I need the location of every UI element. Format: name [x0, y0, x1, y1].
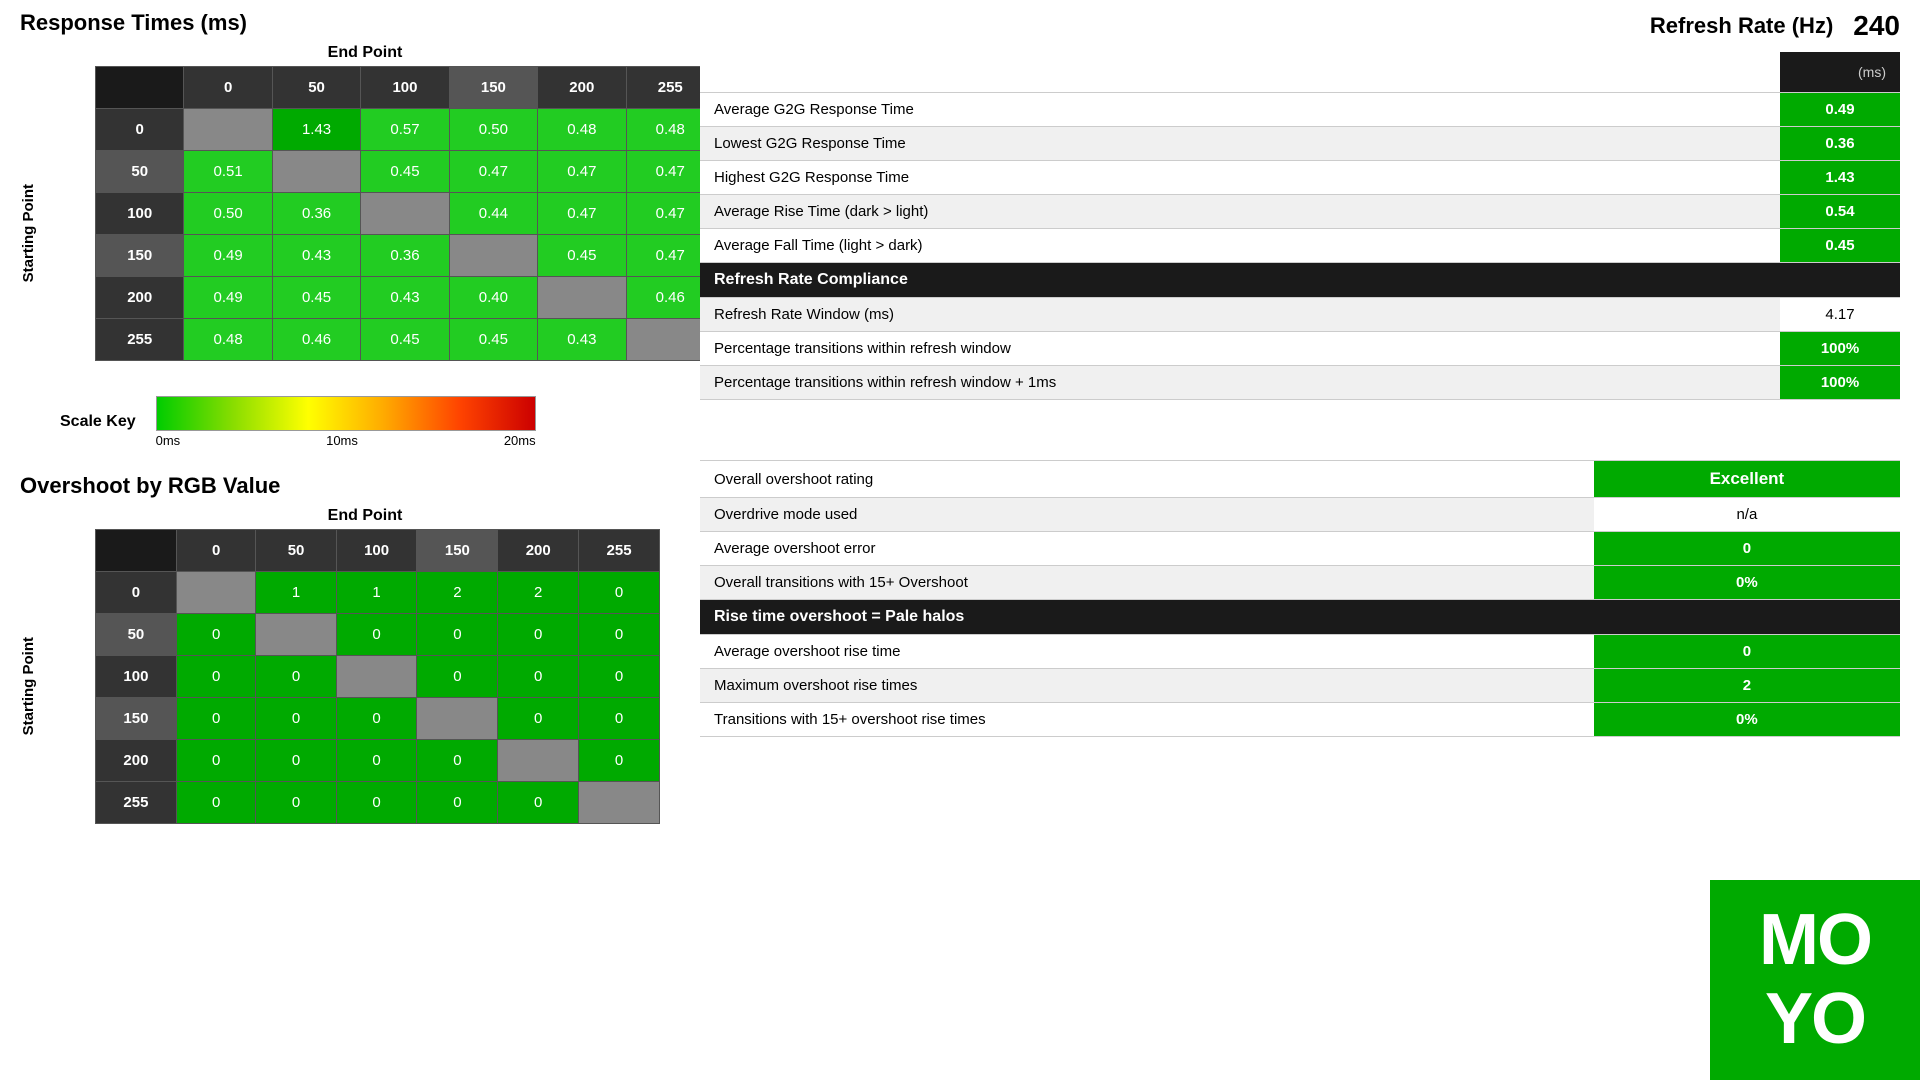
rrc-divider: Refresh Rate Compliance: [700, 263, 1900, 298]
starting-point-label-ov: Starting Point: [20, 637, 37, 735]
response-times-summary-table: Response Times Summary (ms) Average G2G …: [700, 52, 1900, 400]
rt-summary-unit: (ms): [1780, 52, 1900, 93]
scale-key-label: Scale Key: [60, 413, 136, 431]
table-row: Average Rise Time (dark > light) 0.54: [700, 195, 1900, 229]
moyo-watermark: MOYO: [1710, 880, 1920, 1080]
overshoot-summary-table: Overshoot Summary Overall overshoot rati…: [700, 420, 1900, 737]
table-row: Percentage transitions within refresh wi…: [700, 366, 1900, 400]
refresh-rate-value: 240: [1853, 10, 1900, 42]
ov-summary-title: Overshoot Summary: [700, 420, 1900, 461]
table-row: Highest G2G Response Time 1.43: [700, 161, 1900, 195]
refresh-rate-header: Refresh Rate (Hz) 240: [700, 10, 1900, 42]
table-row: 150 0 0 0 0 0: [96, 698, 660, 740]
scale-label-0: 0ms: [156, 433, 181, 448]
table-row: Overall overshoot rating Excellent: [700, 461, 1900, 498]
table-row: 255 0 0 0 0 0: [96, 782, 660, 824]
table-row: 150 0.49 0.43 0.36 0.45 0.47: [96, 235, 715, 277]
table-row: Transitions with 15+ overshoot rise time…: [700, 703, 1900, 737]
refresh-rate-label: Refresh Rate (Hz): [1650, 13, 1833, 39]
response-times-table: 0 50 100 150 200 255 0 1.43 0.57 0.50 0.…: [95, 66, 715, 361]
table-row: Overall transitions with 15+ Overshoot 0…: [700, 566, 1900, 600]
endpoint-label-rt: End Point: [70, 44, 660, 62]
rt-summary-title: Response Times Summary: [700, 52, 1780, 93]
pale-halos-row: Rise time overshoot = Pale halos: [700, 600, 1900, 635]
scale-label-20: 20ms: [504, 433, 536, 448]
table-row: Refresh Rate Window (ms) 4.17: [700, 298, 1900, 332]
table-row: 100 0 0 0 0 0: [96, 656, 660, 698]
table-row: Overdrive mode used n/a: [700, 498, 1900, 532]
table-row: Average G2G Response Time 0.49: [700, 93, 1900, 127]
table-row: 50 0 0 0 0 0: [96, 614, 660, 656]
overshoot-table: 0 50 100 150 200 255 0 1 1 2 2 0: [95, 529, 660, 824]
table-row: 100 0.50 0.36 0.44 0.47 0.47: [96, 193, 715, 235]
scale-bar: [156, 396, 536, 431]
table-row: 0 1 1 2 2 0: [96, 572, 660, 614]
table-row: 255 0.48 0.46 0.45 0.45 0.43: [96, 319, 715, 361]
overshoot-title: Overshoot by RGB Value: [20, 473, 660, 499]
table-row: Average overshoot error 0: [700, 532, 1900, 566]
table-row: 50 0.51 0.45 0.47 0.47 0.47: [96, 151, 715, 193]
scale-label-10: 10ms: [326, 433, 358, 448]
table-row: Lowest G2G Response Time 0.36: [700, 127, 1900, 161]
endpoint-label-ov: End Point: [70, 507, 660, 525]
response-times-title: Response Times (ms): [20, 10, 660, 36]
table-row: Maximum overshoot rise times 2: [700, 669, 1900, 703]
table-row: Average Fall Time (light > dark) 0.45: [700, 229, 1900, 263]
table-row: Average overshoot rise time 0: [700, 635, 1900, 669]
table-row: 200 0 0 0 0 0: [96, 740, 660, 782]
table-row: Percentage transitions within refresh wi…: [700, 332, 1900, 366]
starting-point-label-rt: Starting Point: [20, 184, 37, 282]
table-row: 0 1.43 0.57 0.50 0.48 0.48: [96, 109, 715, 151]
table-row: 200 0.49 0.45 0.43 0.40 0.46: [96, 277, 715, 319]
